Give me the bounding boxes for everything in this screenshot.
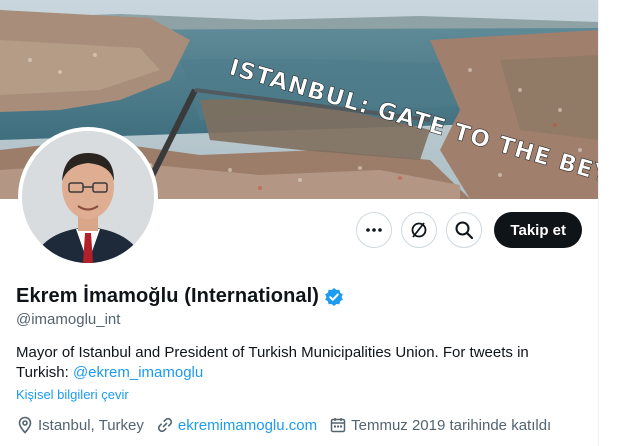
location-pin-icon [18,416,32,434]
bio-mention-link[interactable]: @ekrem_imamoglu [73,364,203,381]
joined-item: Temmuz 2019 tarihinde katıldı [329,416,551,434]
calendar-icon [330,418,346,433]
handle: @imamoglu_int [16,311,121,328]
location-text: Istanbul, Turkey [38,416,144,434]
verified-badge-icon[interactable] [324,287,344,307]
page-side-gutter [598,0,627,446]
location-item: Istanbul, Turkey [16,416,144,434]
avatar-image [22,131,154,263]
avatar[interactable] [18,127,158,267]
joined-text: Temmuz 2019 tarihinde katıldı [351,416,552,434]
translate-bio-link[interactable]: Kişisel bilgileri çevir [16,387,129,402]
website-link[interactable]: ekremimamoglu.com [178,417,317,434]
more-button[interactable] [356,212,393,248]
follow-button[interactable]: Takip et [494,212,582,248]
profile-actions: Takip et [356,212,582,248]
notifications-off-icon [412,222,427,238]
search-icon [455,221,474,240]
more-icon [366,228,383,232]
link-icon [157,417,172,433]
profile-meta: Istanbul, Turkey ekremimamoglu.com Temmu… [16,416,563,434]
profile-header: ISTANBUL: GATE TO THE BEYOND Takip et Ek… [0,0,598,446]
display-name: Ekrem İmamoğlu (International) [16,285,320,307]
notifications-button[interactable] [401,212,438,248]
name-row: Ekrem İmamoğlu (International) [16,285,344,308]
website-item: ekremimamoglu.com [156,416,317,434]
bio: Mayor of Istanbul and President of Turki… [16,343,576,383]
search-button[interactable] [446,212,483,248]
